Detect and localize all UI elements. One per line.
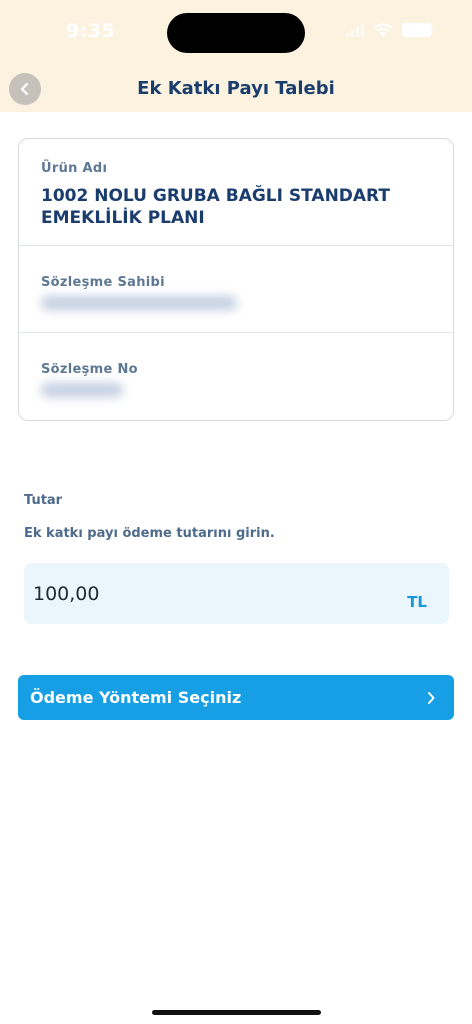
status-icons [346, 22, 435, 38]
wifi-icon [373, 23, 393, 37]
amount-value[interactable]: 100,00 [33, 583, 99, 605]
battery-icon [402, 23, 435, 37]
owner-row: Sözleşme Sahibi [19, 246, 453, 333]
signal-icon [346, 23, 364, 37]
amount-input[interactable]: 100,00 TL [24, 563, 449, 624]
product-value: 1002 NOLU GRUBA BAĞLI STANDART EMEKLİLİK… [41, 186, 390, 228]
payment-button-label: Ödeme Yöntemi Seçiniz [30, 688, 242, 707]
contract-card: Ürün Adı 1002 NOLU GRUBA BAĞLI STANDART … [18, 138, 454, 421]
chevron-right-icon [428, 691, 435, 704]
amount-label: Tutar [24, 493, 63, 508]
home-indicator [152, 1010, 321, 1015]
page-title: Ek Katkı Payı Talebi [137, 78, 335, 99]
owner-value-redacted [41, 296, 237, 310]
dynamic-island [167, 13, 305, 53]
status-time: 9:35 [66, 20, 116, 42]
owner-label: Sözleşme Sahibi [41, 275, 165, 290]
amount-instruction: Ek katkı payı ödeme tutarını girin. [24, 526, 275, 541]
number-label: Sözleşme No [41, 362, 138, 377]
product-row: Ürün Adı 1002 NOLU GRUBA BAĞLI STANDART … [19, 139, 453, 246]
select-payment-method-button[interactable]: Ödeme Yöntemi Seçiniz [18, 675, 454, 720]
product-label: Ürün Adı [41, 161, 108, 176]
number-row: Sözleşme No [19, 333, 453, 420]
number-value-redacted [41, 383, 123, 397]
currency-label: TL [407, 593, 427, 611]
